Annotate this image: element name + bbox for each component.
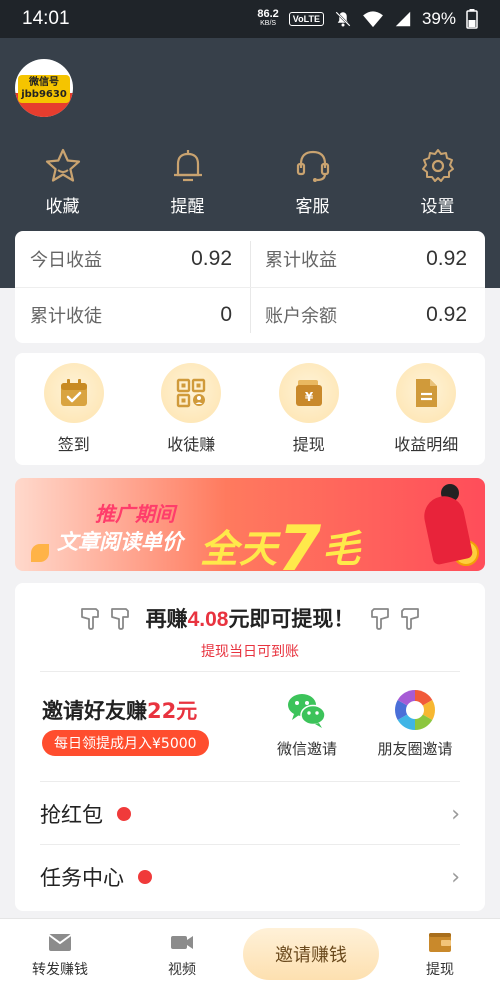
customer-service-button[interactable]: 客服 <box>250 146 375 217</box>
thumbs-down-icon <box>371 608 390 630</box>
stats-card: 今日收益 0.92 累计收益 0.92 累计收徒 0 账户余额 0.92 <box>15 231 485 343</box>
thumbs-down-icon <box>80 608 99 630</box>
chevron-right-icon: › <box>451 801 460 827</box>
calendar-check-icon <box>60 379 87 406</box>
status-time: 14:01 <box>22 8 70 29</box>
chevron-right-icon: › <box>451 864 460 890</box>
task-center-row[interactable]: 任务中心 › <box>40 846 460 908</box>
thumbs-down-icon <box>110 608 129 630</box>
recruit-apprentice-button[interactable]: 收徒赚 <box>133 353 251 465</box>
stat-today-earnings[interactable]: 今日收益 0.92 <box>15 231 250 287</box>
video-camera-icon <box>171 936 193 949</box>
checkin-button[interactable]: 签到 <box>15 353 133 465</box>
battery-percent: 39% <box>421 9 456 28</box>
moments-invite-button[interactable]: 朋友圈邀请 <box>365 688 465 759</box>
bottom-nav: 转发赚钱 视频 邀请赚钱 提现 <box>0 918 500 988</box>
nav-video[interactable]: 视频 <box>122 919 242 988</box>
wechat-icon <box>288 694 326 728</box>
thumbs-down-icon <box>401 608 420 630</box>
avatar[interactable]: 微信号 jbb9630 <box>15 59 73 117</box>
stat-account-balance[interactable]: 账户余额 0.92 <box>250 287 485 343</box>
avatar-tag: 微信号 jbb9630 <box>18 75 70 103</box>
wifi-icon <box>363 11 383 28</box>
net-speed: 86.2 KB/S <box>257 8 279 28</box>
battery-icon <box>466 9 478 29</box>
quick-actions: 签到 收徒赚 ¥ 提现 收益明细 <box>15 353 485 465</box>
banner-line2: 文章阅读单价 <box>57 530 183 554</box>
red-packet-row[interactable]: 抢红包 › <box>40 783 460 845</box>
nav-forward-earn[interactable]: 转发赚钱 <box>0 919 120 988</box>
headset-icon <box>296 150 329 182</box>
wechat-invite-button[interactable]: 微信邀请 <box>257 688 357 759</box>
envelope-icon <box>48 934 72 951</box>
withdraw-subtitle: 提现当日可到账 <box>201 644 299 660</box>
document-icon <box>416 379 438 407</box>
withdraw-amount: 4.08 <box>187 608 229 631</box>
qr-code-icon <box>177 378 206 408</box>
volte-icon: VoLTE <box>288 12 324 26</box>
notification-dot <box>138 870 152 884</box>
invite-title: 邀请好友赚22元 <box>42 699 198 723</box>
withdraw-quick-button[interactable]: ¥ 提现 <box>250 353 368 465</box>
stat-total-apprentices[interactable]: 累计收徒 0 <box>15 287 250 343</box>
status-bar: 14:01 86.2 KB/S VoLTE 39% <box>0 0 500 38</box>
wallet-yen-icon: ¥ <box>295 380 322 406</box>
invite-pill: 每日领提成月入¥5000 <box>42 730 209 756</box>
withdraw-panel: 再赚4.08元即可提现！ 提现当日可到账 邀请好友赚22元 每日领提成月入¥50… <box>15 583 485 911</box>
earnings-detail-button[interactable]: 收益明细 <box>368 353 486 465</box>
bell-icon <box>173 150 202 182</box>
banner-line1: 推广期间 <box>95 502 175 526</box>
mute-bell-icon <box>335 11 351 27</box>
nav-withdraw[interactable]: 提现 <box>380 919 500 988</box>
figure-illustration <box>420 492 474 566</box>
leaf-icon <box>31 544 49 562</box>
svg-text:¥: ¥ <box>305 390 314 404</box>
stat-total-earnings[interactable]: 累计收益 0.92 <box>250 231 485 287</box>
notification-dot <box>117 807 131 821</box>
withdraw-headline: 再赚4.08元即可提现！ <box>15 603 485 633</box>
reminders-button[interactable]: 提醒 <box>125 146 250 217</box>
invite-earn-button[interactable]: 邀请赚钱 <box>243 928 379 980</box>
promo-banner[interactable]: 推广期间 文章阅读单价 全天7毛 <box>15 478 485 571</box>
star-icon <box>45 148 80 182</box>
signal-icon <box>395 11 411 27</box>
gear-icon <box>421 149 454 182</box>
wallet-icon <box>429 933 451 952</box>
top-actions: 收藏 提醒 客服 设置 <box>0 146 500 217</box>
banner-headline: 全天7毛 <box>200 512 362 571</box>
favorites-button[interactable]: 收藏 <box>0 146 125 217</box>
settings-button[interactable]: 设置 <box>375 146 500 217</box>
moments-icon <box>395 690 435 730</box>
